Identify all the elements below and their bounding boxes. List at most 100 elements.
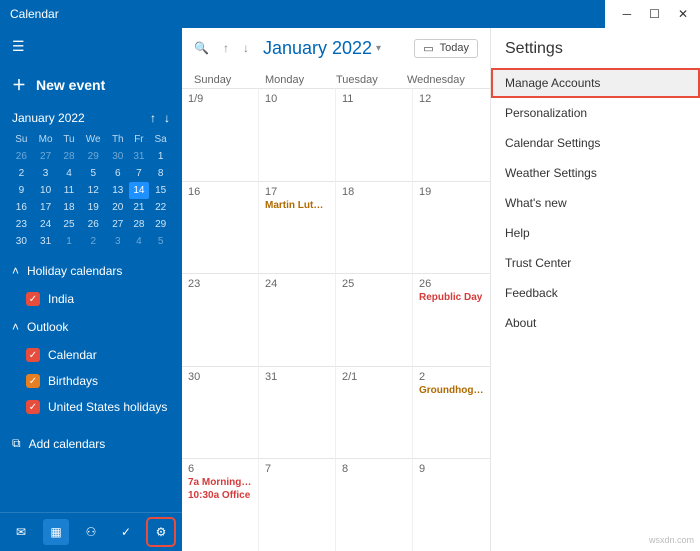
checkbox-icon[interactable]: ✓ xyxy=(26,400,40,414)
today-button[interactable]: ▭ Today xyxy=(414,39,478,58)
calendar-cell[interactable]: 24 xyxy=(259,273,336,366)
mini-day[interactable]: 28 xyxy=(58,148,79,165)
new-event-button[interactable]: ＋ New event xyxy=(0,65,182,105)
settings-item-calendar-settings[interactable]: Calendar Settings xyxy=(491,128,700,158)
mini-next-icon[interactable]: ↓ xyxy=(164,111,170,125)
mini-day[interactable]: 19 xyxy=(79,199,107,216)
mini-day[interactable]: 29 xyxy=(149,216,172,233)
mini-day[interactable]: 2 xyxy=(10,165,33,182)
mini-day[interactable]: 3 xyxy=(33,165,59,182)
calendar-cell[interactable]: 67a Morning Wa10:30a Office xyxy=(182,458,259,551)
mini-day[interactable]: 29 xyxy=(79,148,107,165)
calendar-cell[interactable]: 8 xyxy=(336,458,413,551)
mini-day[interactable]: 30 xyxy=(10,233,33,250)
mini-prev-icon[interactable]: ↑ xyxy=(150,111,156,125)
mini-day[interactable]: 13 xyxy=(107,182,129,199)
calendar-cell[interactable]: 9 xyxy=(413,458,490,551)
outlook-section[interactable]: ˄ Outlook xyxy=(0,312,182,342)
calendar-grid[interactable]: 1/9101112 1617Martin Luther K1819 23242526… xyxy=(182,88,490,551)
calendar-cell[interactable]: 2Groundhog Day xyxy=(413,366,490,459)
mini-day[interactable]: 12 xyxy=(79,182,107,199)
mini-day[interactable]: 18 xyxy=(58,199,79,216)
mini-day[interactable]: 27 xyxy=(33,148,59,165)
settings-item-weather-settings[interactable]: Weather Settings xyxy=(491,158,700,188)
mini-day[interactable]: 17 xyxy=(33,199,59,216)
next-icon[interactable]: ↓ xyxy=(243,41,249,55)
mini-day[interactable]: 21 xyxy=(129,199,150,216)
prev-icon[interactable]: ↑ xyxy=(223,41,229,55)
people-icon[interactable]: ⚇ xyxy=(78,519,104,545)
maximize-button[interactable]: ☐ xyxy=(649,7,660,21)
calendar-cell[interactable]: 25 xyxy=(336,273,413,366)
month-title[interactable]: January 2022 ▾ xyxy=(263,38,381,59)
checkbox-icon[interactable]: ✓ xyxy=(26,348,40,362)
mini-day[interactable]: 26 xyxy=(10,148,33,165)
calendar-cell[interactable]: 7 xyxy=(259,458,336,551)
calendar-icon[interactable]: ▦ xyxy=(43,519,69,545)
calendar-cell[interactable]: 12 xyxy=(413,88,490,181)
calendar-cell[interactable]: 16 xyxy=(182,181,259,274)
mini-calendar[interactable]: SuMoTuWeThFrSa26272829303112345678910111… xyxy=(0,131,182,256)
mini-day[interactable]: 1 xyxy=(149,148,172,165)
event-item[interactable]: 7a Morning Wa xyxy=(188,477,252,488)
calendar-cell[interactable]: 30 xyxy=(182,366,259,459)
checkbox-icon[interactable]: ✓ xyxy=(26,292,40,306)
add-calendars-button[interactable]: ⧉ Add calendars xyxy=(0,428,182,459)
mini-day[interactable]: 27 xyxy=(107,216,129,233)
mini-day[interactable]: 26 xyxy=(79,216,107,233)
event-item[interactable]: Republic Day xyxy=(419,292,484,303)
mini-day[interactable]: 7 xyxy=(129,165,150,182)
mini-day[interactable]: 11 xyxy=(58,182,79,199)
calendar-cell[interactable]: 19 xyxy=(413,181,490,274)
mini-day[interactable]: 4 xyxy=(58,165,79,182)
sidebar-item-us-holidays[interactable]: ✓ United States holidays xyxy=(0,394,182,420)
settings-item-manage-accounts[interactable]: Manage Accounts xyxy=(491,68,700,98)
settings-item-trust-center[interactable]: Trust Center xyxy=(491,248,700,278)
mini-day[interactable]: 28 xyxy=(129,216,150,233)
mini-day[interactable]: 20 xyxy=(107,199,129,216)
mini-day[interactable]: 31 xyxy=(129,148,150,165)
mini-day[interactable]: 24 xyxy=(33,216,59,233)
event-item[interactable]: 10:30a Office xyxy=(188,490,252,501)
checkbox-icon[interactable]: ✓ xyxy=(26,374,40,388)
calendar-cell[interactable]: 11 xyxy=(336,88,413,181)
sidebar-item-birthdays[interactable]: ✓ Birthdays xyxy=(0,368,182,394)
mini-day[interactable]: 5 xyxy=(79,165,107,182)
calendar-cell[interactable]: 2/1 xyxy=(336,366,413,459)
hamburger-icon[interactable]: ☰ xyxy=(0,34,182,65)
calendar-cell[interactable]: 17Martin Luther K xyxy=(259,181,336,274)
mini-day[interactable]: 22 xyxy=(149,199,172,216)
event-item[interactable]: Groundhog Day xyxy=(419,385,484,396)
mini-day[interactable]: 25 xyxy=(58,216,79,233)
mini-day[interactable]: 23 xyxy=(10,216,33,233)
mini-day[interactable]: 5 xyxy=(149,233,172,250)
mini-day[interactable]: 6 xyxy=(107,165,129,182)
settings-item-about[interactable]: About xyxy=(491,308,700,338)
mini-day[interactable]: 30 xyxy=(107,148,129,165)
sidebar-item-india[interactable]: ✓ India xyxy=(0,286,182,312)
mini-day[interactable]: 31 xyxy=(33,233,59,250)
settings-item-personalization[interactable]: Personalization xyxy=(491,98,700,128)
settings-icon[interactable]: ⚙ xyxy=(148,519,174,545)
event-item[interactable]: Martin Luther K xyxy=(265,200,329,211)
calendar-cell[interactable]: 26Republic Day xyxy=(413,273,490,366)
mini-day[interactable]: 4 xyxy=(129,233,150,250)
calendar-cell[interactable]: 18 xyxy=(336,181,413,274)
mini-day[interactable]: 9 xyxy=(10,182,33,199)
calendar-cell[interactable]: 10 xyxy=(259,88,336,181)
mini-month-label[interactable]: January 2022 xyxy=(12,111,85,125)
mini-day[interactable]: 3 xyxy=(107,233,129,250)
settings-item-help[interactable]: Help xyxy=(491,218,700,248)
calendar-cell[interactable]: 31 xyxy=(259,366,336,459)
minimize-button[interactable]: ─ xyxy=(623,7,632,21)
calendar-cell[interactable]: 1/9 xyxy=(182,88,259,181)
calendar-cell[interactable]: 23 xyxy=(182,273,259,366)
mini-day[interactable]: 10 xyxy=(33,182,59,199)
todo-icon[interactable]: ✓ xyxy=(113,519,139,545)
mini-day[interactable]: 8 xyxy=(149,165,172,182)
mini-day[interactable]: 14 xyxy=(129,182,150,199)
search-icon[interactable]: 🔍 xyxy=(194,41,209,55)
mini-day[interactable]: 1 xyxy=(58,233,79,250)
mini-day[interactable]: 2 xyxy=(79,233,107,250)
mini-day[interactable]: 15 xyxy=(149,182,172,199)
